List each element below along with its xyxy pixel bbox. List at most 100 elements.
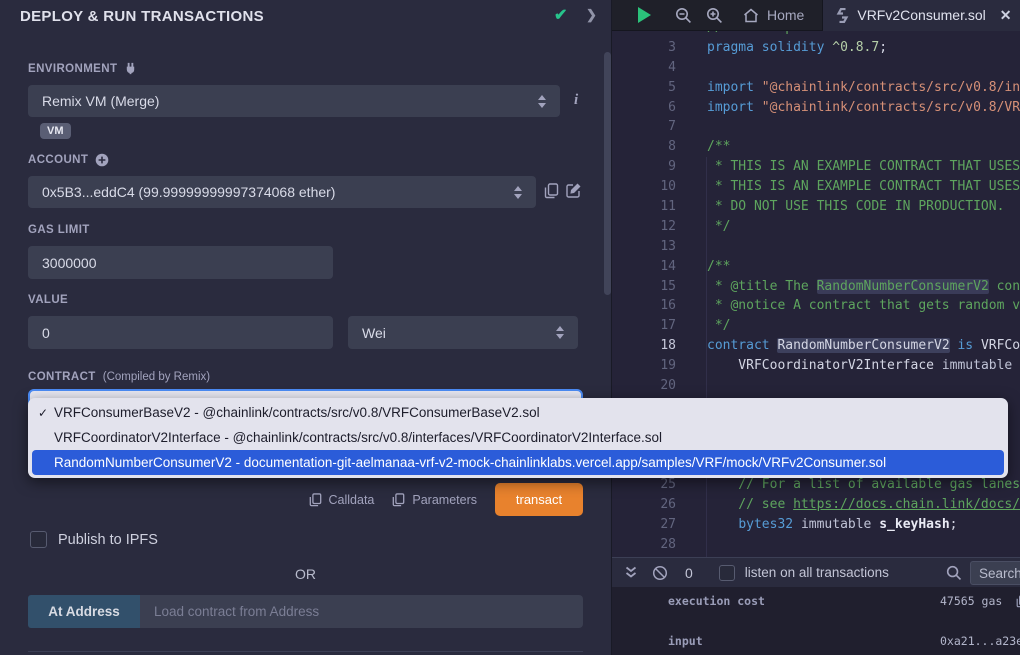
contract-dropdown-list: ✓VRFConsumerBaseV2 - @chainlink/contract… xyxy=(28,398,1008,478)
line-content: * THIS IS AN EXAMPLE CONTRACT THAT USES … xyxy=(676,157,1020,177)
code-line: 17 */ xyxy=(612,316,1020,336)
solidity-icon xyxy=(836,8,849,23)
copy-value-icon[interactable] xyxy=(1016,595,1020,608)
line-number: 4 xyxy=(612,58,676,78)
transact-button[interactable]: transact xyxy=(495,483,583,516)
zoom-in-icon[interactable] xyxy=(706,7,723,24)
line-number: 20 xyxy=(612,376,676,396)
or-label: OR xyxy=(28,566,583,582)
tab-vrfv2consumer[interactable]: VRFv2Consumer.sol ✕ xyxy=(822,0,1020,31)
copy-account-icon[interactable] xyxy=(544,183,559,199)
at-address-button[interactable]: At Address xyxy=(28,595,140,628)
run-script-play-icon[interactable] xyxy=(638,7,651,23)
select-caret-icon xyxy=(556,326,564,339)
terminal-log: execution cost 47565 gas input 0xa21...a… xyxy=(612,587,1020,655)
add-account-icon[interactable] xyxy=(95,153,109,167)
line-number: 3 xyxy=(612,38,676,58)
line-content xyxy=(676,117,707,137)
line-content: // For a list of available gas lanes on … xyxy=(676,475,1020,495)
contract-option[interactable]: VRFCoordinatorV2Interface - @chainlink/c… xyxy=(28,425,1008,450)
copy-parameters-button[interactable]: Parameters xyxy=(392,493,477,507)
contract-option[interactable]: ✓VRFConsumerBaseV2 - @chainlink/contract… xyxy=(28,400,1008,425)
copy-icon xyxy=(309,493,322,507)
code-line: 12 */ xyxy=(612,217,1020,237)
code-editor[interactable]: 2// An example of a consumer contract th… xyxy=(612,31,1020,557)
line-content: /** xyxy=(676,257,730,277)
close-tab-icon[interactable]: ✕ xyxy=(1000,7,1012,24)
code-line: 19 VRFCoordinatorV2Interface immutable C… xyxy=(612,356,1020,376)
edit-account-icon[interactable] xyxy=(566,182,582,198)
line-number: 8 xyxy=(612,137,676,157)
code-line: 18contract RandomNumberConsumerV2 is VRF… xyxy=(612,336,1020,356)
log-label: input xyxy=(668,634,940,648)
line-number: 6 xyxy=(612,98,676,118)
search-icon xyxy=(946,565,962,581)
line-content xyxy=(676,58,707,78)
line-number: 26 xyxy=(612,495,676,515)
code-line: 9 * THIS IS AN EXAMPLE CONTRACT THAT USE… xyxy=(612,157,1020,177)
zoom-out-icon[interactable] xyxy=(675,7,692,24)
line-content xyxy=(676,237,707,257)
at-address-input[interactable] xyxy=(140,595,583,628)
account-label: ACCOUNT xyxy=(28,153,109,167)
line-number: 2 xyxy=(612,31,676,38)
line-number: 5 xyxy=(612,78,676,98)
line-number: 16 xyxy=(612,296,676,316)
select-caret-icon xyxy=(514,186,522,199)
code-line: 3pragma solidity ^0.8.7; xyxy=(612,38,1020,58)
code-line: 4 xyxy=(612,58,1020,78)
deploy-run-panel: DEPLOY & RUN TRANSACTIONS ✔ ❯ ENVIRONMEN… xyxy=(0,0,612,655)
option-label: RandomNumberConsumerV2 - documentation-g… xyxy=(54,455,886,470)
copy-calldata-button[interactable]: Calldata xyxy=(309,493,375,507)
line-number: 10 xyxy=(612,177,676,197)
indent-guide xyxy=(706,157,707,557)
transaction-count: 0 xyxy=(685,565,693,581)
home-icon xyxy=(743,8,759,23)
line-content: bytes32 immutable s_keyHash; xyxy=(676,515,958,535)
at-address-row: At Address xyxy=(28,595,583,628)
plug-icon xyxy=(124,62,137,75)
select-caret-icon xyxy=(538,95,546,108)
publish-to-ipfs-checkbox[interactable] xyxy=(30,531,47,548)
value-label: VALUE xyxy=(28,294,68,306)
line-content: * @notice A contract that gets random va… xyxy=(676,296,1020,316)
code-line: 15 * @title The RandomNumberConsumerV2 c… xyxy=(612,277,1020,297)
clear-console-icon[interactable] xyxy=(652,565,668,581)
line-number: 18 xyxy=(612,336,676,356)
value-unit-select[interactable]: Wei xyxy=(348,316,578,349)
expand-terminal-icon[interactable] xyxy=(625,566,637,579)
code-line: 10 * THIS IS AN EXAMPLE CONTRACT THAT US… xyxy=(612,177,1020,197)
line-number: 12 xyxy=(612,217,676,237)
code-line: 7 xyxy=(612,117,1020,137)
line-content: VRFCoordinatorV2Interface immutable COOR… xyxy=(676,356,1020,376)
compile-success-check-icon[interactable]: ✔ xyxy=(554,5,567,25)
panel-divider xyxy=(28,651,583,652)
code-line: 8/** xyxy=(612,137,1020,157)
line-content: contract RandomNumberConsumerV2 is VRFCo… xyxy=(676,336,1020,356)
collapse-panel-chevron-icon[interactable]: ❯ xyxy=(586,7,597,23)
environment-info-icon[interactable]: i xyxy=(574,92,578,109)
terminal-search-input[interactable] xyxy=(970,561,1020,585)
contract-option[interactable]: RandomNumberConsumerV2 - documentation-g… xyxy=(32,450,1004,475)
line-number: 14 xyxy=(612,257,676,277)
contract-label: CONTRACT (Compiled by Remix) xyxy=(28,371,210,383)
tab-home[interactable]: Home xyxy=(743,7,804,23)
copy-icon xyxy=(392,493,405,507)
environment-select[interactable]: Remix VM (Merge) xyxy=(28,85,560,117)
line-number: 15 xyxy=(612,277,676,297)
value-input[interactable] xyxy=(28,316,333,349)
publish-to-ipfs-row: Publish to IPFS xyxy=(30,531,158,548)
remix-ide: DEPLOY & RUN TRANSACTIONS ✔ ❯ ENVIRONMEN… xyxy=(0,0,1020,655)
publish-to-ipfs-label: Publish to IPFS xyxy=(58,532,158,548)
gas-limit-input[interactable] xyxy=(28,246,333,279)
account-select[interactable]: 0x5B3...eddC4 (99.99999999997374068 ethe… xyxy=(28,176,536,208)
listen-all-transactions-checkbox[interactable] xyxy=(719,565,735,581)
line-number: 27 xyxy=(612,515,676,535)
listen-all-transactions-label: listen on all transactions xyxy=(745,565,889,580)
panel-scrollbar[interactable] xyxy=(604,52,611,295)
deploy-actions-row: Calldata Parameters transact xyxy=(28,483,583,516)
line-number: 7 xyxy=(612,117,676,137)
log-value: 47565 gas xyxy=(940,594,1002,608)
line-number: 17 xyxy=(612,316,676,336)
line-content xyxy=(676,376,707,396)
